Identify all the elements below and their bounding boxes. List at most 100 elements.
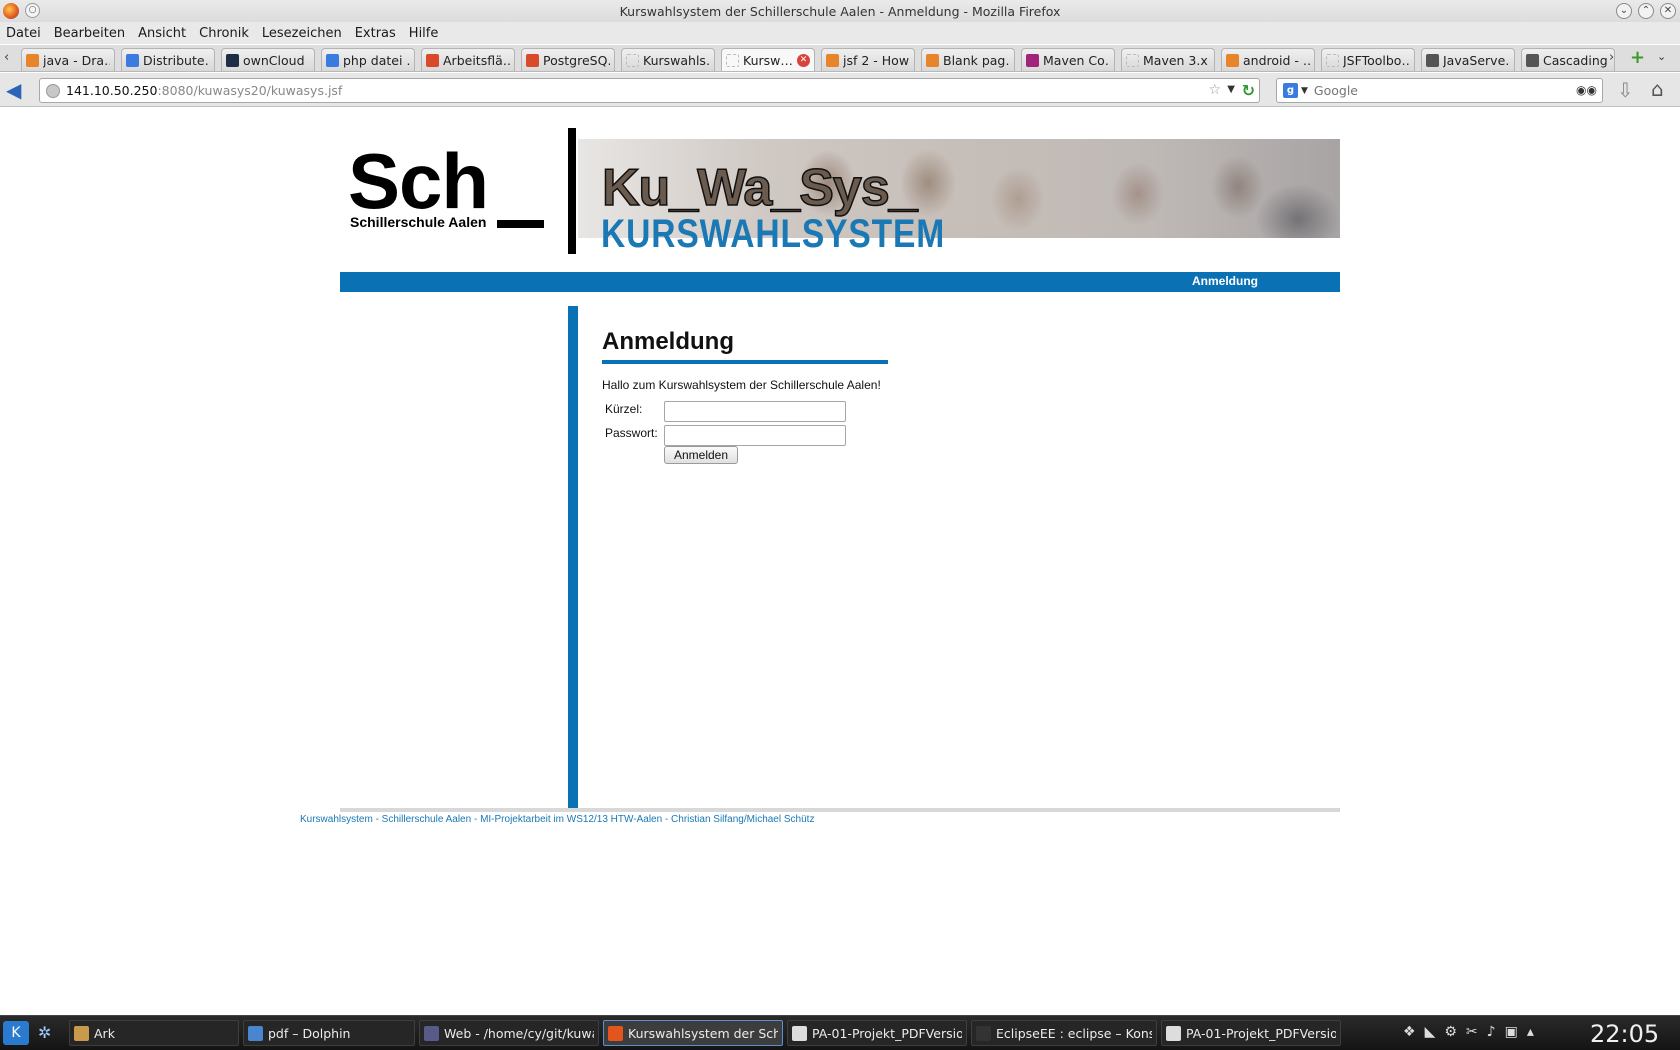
kuerzel-input[interactable] [664, 401, 846, 422]
tab-scroll-right-icon[interactable]: › [1609, 50, 1614, 65]
taskbar-task[interactable]: pdf – Dolphin [243, 1020, 415, 1046]
dropbox-icon[interactable]: ❖ [1403, 1024, 1416, 1040]
page-content: Sch Schillerschule Aalen Ku_Wa_Sys_ KURS… [0, 108, 1680, 1012]
menu-bearbeiten[interactable]: Bearbeiten [54, 26, 125, 41]
firefox-icon [608, 1025, 623, 1041]
menu-ansicht[interactable]: Ansicht [138, 26, 186, 41]
browser-tab[interactable]: JavaServe… [1421, 48, 1515, 71]
url-bar[interactable]: 141.10.50.250:8080/kuwasys20/kuwasys.jsf… [39, 78, 1260, 103]
window-titlebar: ○ Kurswahlsystem der Schillerschule Aale… [0, 0, 1680, 22]
tab-label: php datei … [343, 52, 410, 68]
browser-tab[interactable]: Distribute… [121, 48, 215, 71]
kde-menu-icon[interactable]: K [3, 1021, 29, 1045]
arrow-up-icon[interactable]: ▴ [1527, 1024, 1534, 1040]
clock[interactable]: 22:05 [1590, 1020, 1659, 1048]
reload-icon[interactable]: ↻ [1242, 81, 1255, 100]
browser-tab[interactable]: PostgreSQ… [521, 48, 615, 71]
nav-link-anmeldung[interactable]: Anmeldung [1192, 274, 1258, 288]
browser-tab[interactable]: ownCloud [221, 48, 315, 71]
download-arrow-icon[interactable]: ⇩ [1617, 78, 1634, 102]
tab-strip: java - Dra… Distribute… ownCloud php datei … [21, 48, 1621, 71]
menu-hilfe[interactable]: Hilfe [409, 26, 439, 41]
task-label: PA-01-Projekt_PDFVersion_K [1186, 1025, 1336, 1041]
tab-label: Cascading … [1543, 52, 1610, 68]
browser-tab[interactable]: Kurswahls… [621, 48, 715, 71]
settings-icon[interactable]: ⚙ [1444, 1024, 1457, 1040]
firefox-icon[interactable] [3, 3, 19, 19]
task-list: Ark pdf – Dolphin Web - /home/cy/git/kuwas… [69, 1020, 1345, 1046]
minimize-icon[interactable]: ⌄ [1616, 3, 1632, 19]
browser-tab[interactable]: JSFToolbo… [1321, 48, 1415, 71]
tab-label: Maven 3.x … [1143, 52, 1210, 68]
tab-list-chevron-icon[interactable]: ⌄ [1657, 50, 1666, 63]
blank-page-icon [1126, 53, 1139, 67]
document-icon [426, 53, 439, 67]
menu-lesezeichen[interactable]: Lesezeichen [262, 26, 342, 41]
tab-label: java - Dra… [43, 52, 110, 68]
rss-icon[interactable]: ◣ [1425, 1024, 1436, 1040]
taskbar-task[interactable]: EclipseEE : eclipse – Konsole [971, 1020, 1157, 1046]
site-nav-bar: Anmeldung [340, 272, 1340, 292]
stackoverflow-icon [1226, 53, 1239, 67]
taskbar-task[interactable]: Web - /home/cy/git/kuwasys [419, 1020, 599, 1046]
taskbar-task[interactable]: PA-01-Projekt_PDFVersion_K [787, 1020, 967, 1046]
menu-chronik[interactable]: Chronik [199, 26, 249, 41]
taskbar-task[interactable]: Kurswahlsystem der Schiller [603, 1020, 783, 1046]
browser-tab[interactable]: Maven 3.x … [1121, 48, 1215, 71]
window-title: Kurswahlsystem der Schillerschule Aalen … [619, 3, 1061, 19]
activity-icon[interactable]: ✲ [38, 1023, 51, 1042]
browser-tab[interactable]: Kursw… ✕ [721, 48, 815, 71]
maximize-icon[interactable]: ⌃ [1638, 3, 1654, 19]
menu-extras[interactable]: Extras [355, 26, 396, 41]
browser-tab[interactable]: java - Dra… [21, 48, 115, 71]
browser-tab[interactable]: Arbeitsflä… [421, 48, 515, 71]
navigation-bar: ◀ 141.10.50.250:8080/kuwasys20/kuwasys.j… [0, 73, 1680, 107]
site-header: Sch Schillerschule Aalen Ku_Wa_Sys_ KURS… [340, 128, 1340, 254]
volume-icon[interactable]: ♪ [1487, 1024, 1496, 1040]
menu-datei[interactable]: Datei [6, 26, 41, 41]
browser-tab[interactable]: jsf 2 - How… [821, 48, 915, 71]
logo-divider [568, 128, 576, 254]
search-engine-chevron-icon[interactable]: ▼ [1301, 86, 1308, 96]
browser-tab[interactable]: Cascading … [1521, 48, 1615, 71]
url-history-chevron-icon[interactable]: ▼ [1227, 84, 1235, 95]
binoculars-icon[interactable]: ◉◉ [1576, 83, 1597, 97]
tab-label: Distribute… [143, 52, 210, 68]
browser-tab[interactable]: Blank pag… [921, 48, 1015, 71]
taskbar-task[interactable]: Ark [69, 1020, 239, 1046]
taskbar-task[interactable]: PA-01-Projekt_PDFVersion_K [1161, 1020, 1341, 1046]
taskbar: K ✲ Ark pdf – Dolphin Web - /home/cy/git/k… [0, 1015, 1680, 1050]
home-icon[interactable]: ⌂ [1651, 77, 1664, 101]
back-arrow-icon[interactable]: ◀ [6, 80, 28, 100]
browser-tab[interactable]: Maven Co… [1021, 48, 1115, 71]
owncloud-icon [226, 53, 239, 67]
tab-label: Blank pag… [943, 52, 1010, 68]
stackoverflow-icon [926, 53, 939, 67]
blank-page-icon [726, 53, 739, 67]
network-icon[interactable]: ▣ [1505, 1024, 1518, 1040]
tab-scroll-left-icon[interactable]: ‹ [4, 50, 9, 65]
anmelden-button[interactable]: Anmelden [664, 446, 738, 464]
tab-label: Kurswahls… [643, 52, 710, 68]
close-icon[interactable]: ✕ [1660, 3, 1676, 19]
site-identity-icon[interactable] [46, 83, 60, 98]
search-bar[interactable]: g ▼ ◉◉ [1276, 78, 1603, 103]
pin-icon[interactable]: ○ [25, 3, 40, 18]
task-label: pdf – Dolphin [268, 1025, 351, 1041]
passwort-input[interactable] [664, 425, 846, 446]
blank-page-icon [1326, 53, 1339, 67]
search-input[interactable] [1313, 83, 1574, 98]
browser-tab[interactable]: php datei … [321, 48, 415, 71]
new-tab-icon[interactable]: + [1630, 47, 1645, 68]
tab-close-icon[interactable]: ✕ [797, 53, 810, 67]
google-icon[interactable]: g [1283, 83, 1298, 98]
scissors-icon[interactable]: ✂ [1466, 1024, 1478, 1040]
tab-label: Kursw… [743, 52, 793, 68]
tab-label: JSFToolbo… [1343, 52, 1410, 68]
tab-label: PostgreSQ… [543, 52, 610, 68]
stackoverflow-icon [26, 53, 39, 67]
bf-icon [126, 53, 139, 67]
bookmark-star-icon[interactable]: ☆ [1208, 82, 1221, 98]
browser-tab[interactable]: android - … [1221, 48, 1315, 71]
welcome-text: Hallo zum Kurswahlsystem der Schillersch… [602, 378, 881, 392]
